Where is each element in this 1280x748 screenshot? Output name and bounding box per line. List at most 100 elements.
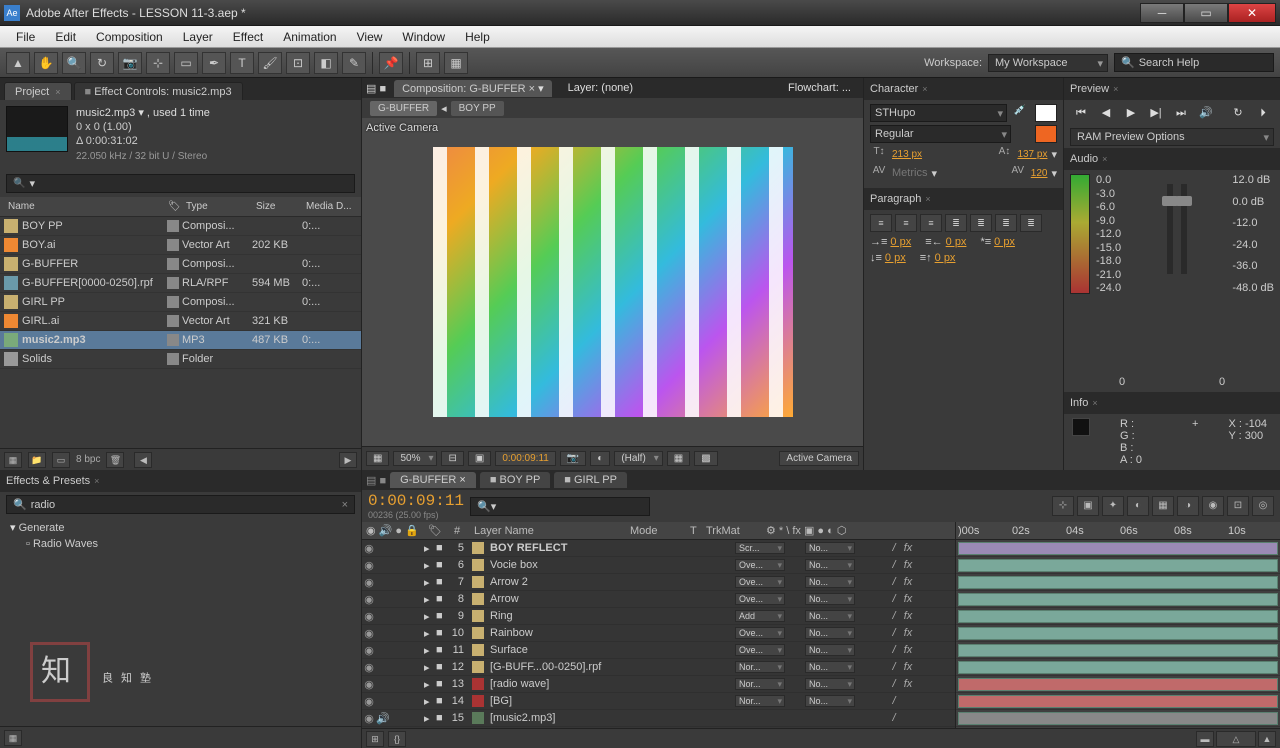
snap-tool[interactable]: ⊞ [416, 52, 440, 74]
current-time[interactable]: 0:00:09:11 [368, 492, 464, 510]
play-btn[interactable]: ▶ [1120, 104, 1142, 122]
first-frame-btn[interactable]: ⏮ [1070, 104, 1092, 122]
comp-btn[interactable]: ▭ [52, 452, 70, 468]
ram-btn[interactable]: ⏵ [1252, 104, 1274, 122]
roi-icon[interactable]: ▦ [667, 451, 690, 466]
timeline-layer-row[interactable]: ◉▸■5BOY REFLECTScr...No.../fx [362, 540, 955, 557]
project-row[interactable]: G-BUFFER[0000-0250].rpfRLA/RPF594 MB0:..… [0, 274, 361, 293]
time-ruler[interactable]: )00s02s04s06s08s10s [956, 522, 1280, 540]
zoom-select[interactable]: 50% [393, 451, 437, 466]
menu-layer[interactable]: Layer [173, 27, 223, 47]
align-left[interactable]: ≡ [870, 214, 892, 232]
effects-search[interactable]: 🔍× [6, 495, 355, 514]
grid-tool[interactable]: ▦ [444, 52, 468, 74]
crumb-0[interactable]: G-BUFFER [370, 101, 437, 116]
tl-btn[interactable]: ▣ [1077, 496, 1099, 516]
camera-tool[interactable]: 📷 [118, 52, 142, 74]
effect-group[interactable]: ▾ Generate [6, 519, 355, 536]
rotate-tool[interactable]: ↻ [90, 52, 114, 74]
next-btn[interactable]: ▶ [339, 452, 357, 468]
level-slider-l[interactable] [1167, 184, 1173, 274]
crumb-1[interactable]: BOY PP [451, 101, 504, 116]
tab-project[interactable]: Project× [4, 82, 72, 100]
interpret-btn[interactable]: ▦ [4, 452, 22, 468]
level-slider-r[interactable] [1181, 184, 1187, 274]
zoom-out[interactable]: ▬ [1196, 731, 1214, 747]
toggle-modes[interactable]: {} [388, 731, 406, 747]
project-row[interactable]: music2.mp3MP3487 KB0:... [0, 331, 361, 350]
justify-c[interactable]: ≣ [970, 214, 992, 232]
type-tool[interactable]: T [230, 52, 254, 74]
timeline-layer-row[interactable]: ◉▸■13[radio wave]Nor...No.../fx [362, 676, 955, 693]
maximize-button[interactable]: ▭ [1184, 3, 1228, 23]
font-style-select[interactable]: Regular [870, 125, 1011, 143]
search-help-input[interactable]: 🔍 Search Help [1114, 53, 1274, 72]
tl-btn[interactable]: ◐ [1127, 496, 1149, 516]
tl-btn[interactable]: ✦ [1102, 496, 1124, 516]
res-icon[interactable]: ⊟ [441, 451, 463, 466]
project-search[interactable]: ▾ [6, 174, 355, 193]
loop-btn[interactable]: ↻ [1227, 104, 1249, 122]
footer-cam[interactable]: Active Camera [779, 451, 859, 466]
align-center[interactable]: ≡ [895, 214, 917, 232]
menu-edit[interactable]: Edit [45, 27, 86, 47]
tl-tab-2[interactable]: ■ GIRL PP [554, 472, 627, 488]
eyedropper-icon[interactable]: 💉 [1011, 105, 1029, 121]
tl-tab-1[interactable]: ■ BOY PP [480, 472, 550, 488]
stroke-color[interactable] [1035, 125, 1057, 143]
timeline-layer-row[interactable]: ◉▸■7Arrow 2Ove...No.../fx [362, 574, 955, 591]
composition-viewer[interactable]: Active Camera [362, 118, 863, 446]
menu-effect[interactable]: Effect [223, 27, 273, 47]
channel-icon[interactable]: ◐ [590, 451, 610, 466]
snapshot-icon[interactable]: 📷 [560, 451, 586, 466]
effect-item[interactable]: ▫ Radio Waves [6, 536, 355, 552]
ram-preview-dropdown[interactable]: RAM Preview Options [1070, 128, 1274, 146]
menu-file[interactable]: File [6, 27, 45, 47]
stamp-tool[interactable]: ⊡ [286, 52, 310, 74]
grid-icon[interactable]: ▦ [366, 451, 389, 466]
project-row[interactable]: BOY.aiVector Art202 KB [0, 236, 361, 255]
tl-btn[interactable]: ◑ [1177, 496, 1199, 516]
timeline-layer-row[interactable]: ◉▸■6Vocie boxOve...No.../fx [362, 557, 955, 574]
tracking[interactable]: 120 [1031, 168, 1048, 179]
project-row[interactable]: G-BUFFERComposi...0:... [0, 255, 361, 274]
menu-animation[interactable]: Animation [273, 27, 346, 47]
timeline-layer-row[interactable]: ◉▸■8ArrowOve...No.../fx [362, 591, 955, 608]
justify-l[interactable]: ≣ [945, 214, 967, 232]
trash-btn[interactable]: 🗑 [106, 452, 124, 468]
zoom-in[interactable]: ▲ [1258, 731, 1276, 747]
bpc-label[interactable]: 8 bpc [76, 454, 100, 465]
transp-icon[interactable]: ▩ [694, 451, 717, 466]
tl-btn[interactable]: ◎ [1252, 496, 1274, 516]
brush-tool[interactable]: 🖌 [258, 52, 282, 74]
project-row[interactable]: GIRL.aiVector Art321 KB [0, 312, 361, 331]
justify-r[interactable]: ≣ [995, 214, 1017, 232]
tab-composition[interactable]: Composition: G-BUFFER × ▾ [394, 80, 552, 97]
project-row[interactable]: BOY PPComposi...0:... [0, 217, 361, 236]
timeline-layer-row[interactable]: ◉▸■9RingAddNo.../fx [362, 608, 955, 625]
leading[interactable]: 137 px [1017, 149, 1047, 160]
prev-frame-btn[interactable]: ◀ [1095, 104, 1117, 122]
timeline-layer-row[interactable]: ◉🔊▸■15[music2.mp3]/ [362, 710, 955, 727]
audio-btn[interactable]: 🔊 [1195, 104, 1217, 122]
tab-effect-controls[interactable]: ■ Effect Controls: music2.mp3 [74, 82, 243, 100]
puppet-tool[interactable]: 📌 [379, 52, 403, 74]
tl-btn[interactable]: ▦ [1152, 496, 1174, 516]
pen-tool[interactable]: ✒ [202, 52, 226, 74]
font-family-select[interactable]: STHupo [870, 104, 1007, 122]
timeline-layer-row[interactable]: ◉▸■11SurfaceOve...No.../fx [362, 642, 955, 659]
rect-tool[interactable]: ▭ [174, 52, 198, 74]
timeline-layer-row[interactable]: ◉▸■10RainbowOve...No.../fx [362, 625, 955, 642]
tl-tab-0[interactable]: G-BUFFER × [390, 472, 476, 488]
kerning[interactable]: Metrics [892, 167, 927, 179]
res-select[interactable]: (Half) [614, 451, 662, 466]
font-size[interactable]: 213 px [892, 149, 922, 160]
menu-window[interactable]: Window [392, 27, 455, 47]
menu-help[interactable]: Help [455, 27, 500, 47]
tab-flowchart[interactable]: Flowchart: ... [780, 80, 859, 96]
align-right[interactable]: ≡ [920, 214, 942, 232]
tl-btn[interactable]: ⊡ [1227, 496, 1249, 516]
menu-composition[interactable]: Composition [86, 27, 173, 47]
fill-color[interactable] [1035, 104, 1057, 122]
folder-btn[interactable]: 📁 [28, 452, 46, 468]
